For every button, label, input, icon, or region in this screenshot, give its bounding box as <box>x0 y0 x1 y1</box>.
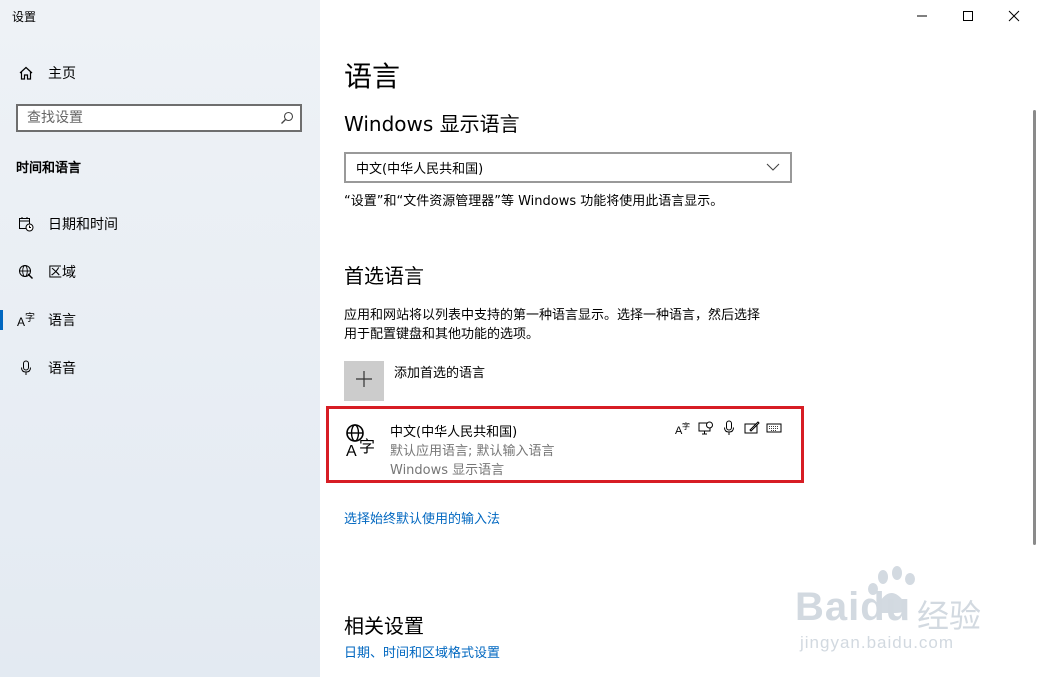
baidu-watermark: Baidu 经验 jingyan.baidu.com <box>795 565 995 660</box>
close-button[interactable] <box>991 0 1037 32</box>
microphone-icon <box>17 359 35 377</box>
page-title: 语言 <box>344 60 401 93</box>
sidebar-item-home[interactable]: 主页 <box>0 53 320 93</box>
svg-text:字: 字 <box>25 311 35 324</box>
language-name: 中文(中华人民共和国) <box>390 425 518 440</box>
plus-icon <box>355 370 373 392</box>
keyboard-icon <box>766 420 782 436</box>
globe-region-icon <box>17 263 35 281</box>
input-method-link[interactable]: 选择始终默认使用的输入法 <box>344 508 500 527</box>
watermark-brand: Baidu <box>795 585 912 629</box>
preferred-description-line1: 应用和网站将以列表中支持的第一种语言显示。选择一种语言，然后选择 <box>344 308 761 323</box>
sidebar: 设置 主页 时间和语言 日期和时间 区域 A字 语言 <box>0 0 320 677</box>
handwriting-icon <box>744 420 760 436</box>
watermark-brand-cn: 经验 <box>917 597 982 635</box>
scrollbar[interactable] <box>1033 110 1036 545</box>
preferred-language-heading: 首选语言 <box>344 264 424 288</box>
add-language-label[interactable]: 添加首选的语言 <box>394 362 485 381</box>
sidebar-item-language[interactable]: A字 语言 <box>0 300 320 340</box>
related-settings-heading: 相关设置 <box>344 614 424 638</box>
section-title: 时间和语言 <box>16 161 82 176</box>
display-language-note: “设置”和“文件资源管理器”等 Windows 功能将使用此语言显示。 <box>344 194 724 209</box>
maximize-button[interactable] <box>945 0 991 32</box>
sidebar-item-date-time[interactable]: 日期和时间 <box>0 204 320 244</box>
calendar-clock-icon <box>17 215 35 233</box>
language-detail-default: 默认应用语言; 默认输入语言 <box>390 444 555 459</box>
add-language-button[interactable] <box>344 361 384 401</box>
maximize-icon <box>962 7 974 26</box>
display-language-icon: A字 <box>675 420 691 436</box>
speech-recognition-icon <box>698 420 714 436</box>
chevron-down-icon <box>766 160 790 175</box>
search-icon[interactable] <box>274 111 300 125</box>
svg-text:A: A <box>17 315 25 329</box>
display-language-value: 中文(中华人民共和国) <box>356 162 484 177</box>
minimize-button[interactable] <box>899 0 945 32</box>
minimize-icon <box>916 7 928 26</box>
sidebar-item-label: 区域 <box>48 265 76 281</box>
sidebar-item-speech[interactable]: 语音 <box>0 348 320 388</box>
microphone-icon <box>721 420 737 436</box>
close-icon <box>1008 7 1020 26</box>
search-box[interactable] <box>16 104 302 132</box>
language-icon: A字 <box>17 311 35 329</box>
search-input[interactable] <box>18 109 274 127</box>
svg-text:字: 字 <box>682 421 690 431</box>
app-title: 设置 <box>12 10 37 24</box>
display-language-heading: Windows 显示语言 <box>344 112 520 136</box>
language-detail-display: Windows 显示语言 <box>390 463 505 478</box>
watermark-url: jingyan.baidu.com <box>800 633 955 652</box>
sidebar-item-label: 日期和时间 <box>48 217 118 233</box>
preferred-description-line2: 用于配置键盘和其他功能的选项。 <box>344 327 540 342</box>
sidebar-item-label: 语言 <box>48 313 76 329</box>
sidebar-item-label: 主页 <box>48 66 76 82</box>
sidebar-item-label: 语音 <box>48 361 76 377</box>
home-icon <box>17 64 35 82</box>
display-language-select[interactable]: 中文(中华人民共和国) <box>344 152 792 183</box>
sidebar-item-region[interactable]: 区域 <box>0 252 320 292</box>
active-indicator <box>0 310 3 330</box>
region-format-link[interactable]: 日期、时间和区域格式设置 <box>344 642 500 661</box>
